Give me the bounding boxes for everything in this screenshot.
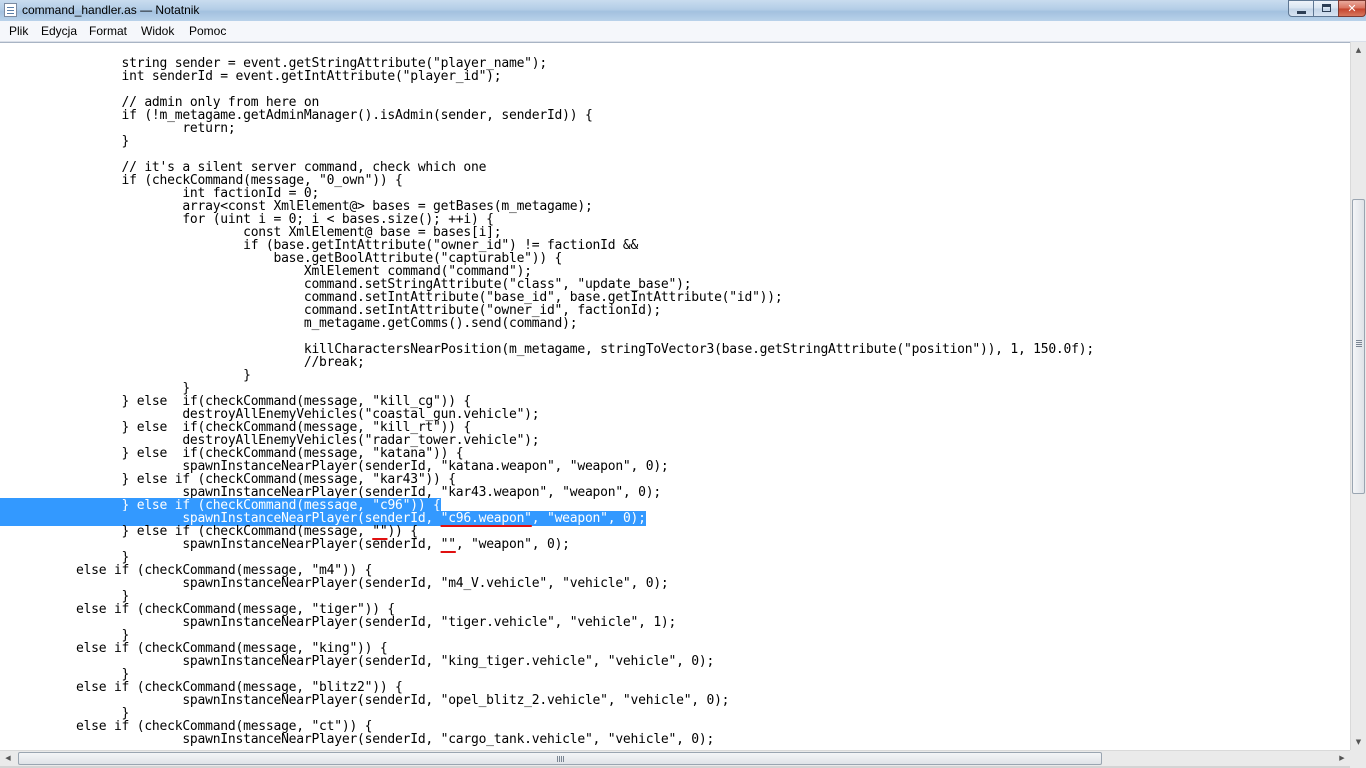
code-line: } — [0, 134, 130, 149]
code-line: spawnInstanceNearPlayer(senderId, "", "w… — [0, 537, 570, 552]
code-line: return; — [0, 121, 236, 136]
minimize-button[interactable] — [1288, 0, 1314, 17]
title-bar[interactable]: command_handler.as — Notatnik ✕ — [0, 0, 1366, 21]
horizontal-scroll-thumb[interactable] — [18, 752, 1102, 765]
scrollbar-corner — [1350, 750, 1366, 768]
scroll-down-icon[interactable]: ▼ — [1351, 734, 1366, 750]
window-title: command_handler.as — Notatnik — [22, 3, 200, 17]
minimize-icon — [1297, 11, 1306, 14]
scroll-right-icon[interactable]: ▶ — [1334, 751, 1350, 766]
maximize-button[interactable] — [1313, 0, 1339, 17]
menu-edycja[interactable]: Edycja — [41, 24, 77, 39]
annotation-underline: "c96.weapon" — [440, 511, 532, 526]
code-line: int senderId = event.getIntAttribute("pl… — [0, 69, 502, 84]
grip-icon — [1356, 340, 1362, 341]
horizontal-scrollbar[interactable]: ◀ ▶ — [0, 750, 1350, 766]
menu-widok[interactable]: Widok — [141, 24, 174, 39]
menu-pomoc[interactable]: Pomoc — [189, 24, 226, 39]
code-line: spawnInstanceNearPlayer(senderId, "tiger… — [0, 615, 677, 630]
menu-format[interactable]: Format — [89, 24, 127, 39]
annotation-underline: "" — [440, 537, 456, 552]
grip-icon — [557, 756, 558, 762]
code-text: string sender = event.getStringAttribute… — [0, 57, 1094, 746]
menu-bar: Plik Edycja Format Widok Pomoc — [0, 21, 1366, 42]
vertical-scrollbar[interactable]: ▲ ▼ — [1350, 42, 1366, 750]
code-line: spawnInstanceNearPlayer(senderId, "king_… — [0, 654, 715, 669]
code-line: spawnInstanceNearPlayer(senderId, "cargo… — [0, 732, 715, 747]
notepad-window: command_handler.as — Notatnik ✕ Plik Edy… — [0, 0, 1366, 768]
menu-plik[interactable]: Plik — [9, 24, 28, 39]
maximize-icon — [1322, 4, 1331, 12]
vertical-scroll-thumb[interactable] — [1352, 199, 1365, 494]
close-button[interactable]: ✕ — [1338, 0, 1366, 17]
close-icon: ✕ — [1347, 2, 1357, 15]
notepad-icon — [4, 3, 17, 17]
code-line: spawnInstanceNearPlayer(senderId, "opel_… — [0, 693, 730, 708]
scroll-up-icon[interactable]: ▲ — [1351, 42, 1366, 58]
scroll-left-icon[interactable]: ◀ — [0, 751, 16, 766]
text-editor[interactable]: string sender = event.getStringAttribute… — [0, 42, 1350, 750]
code-line: spawnInstanceNearPlayer(senderId, "m4_V.… — [0, 576, 669, 591]
code-line: m_metagame.getComms().send(command); — [0, 316, 578, 331]
